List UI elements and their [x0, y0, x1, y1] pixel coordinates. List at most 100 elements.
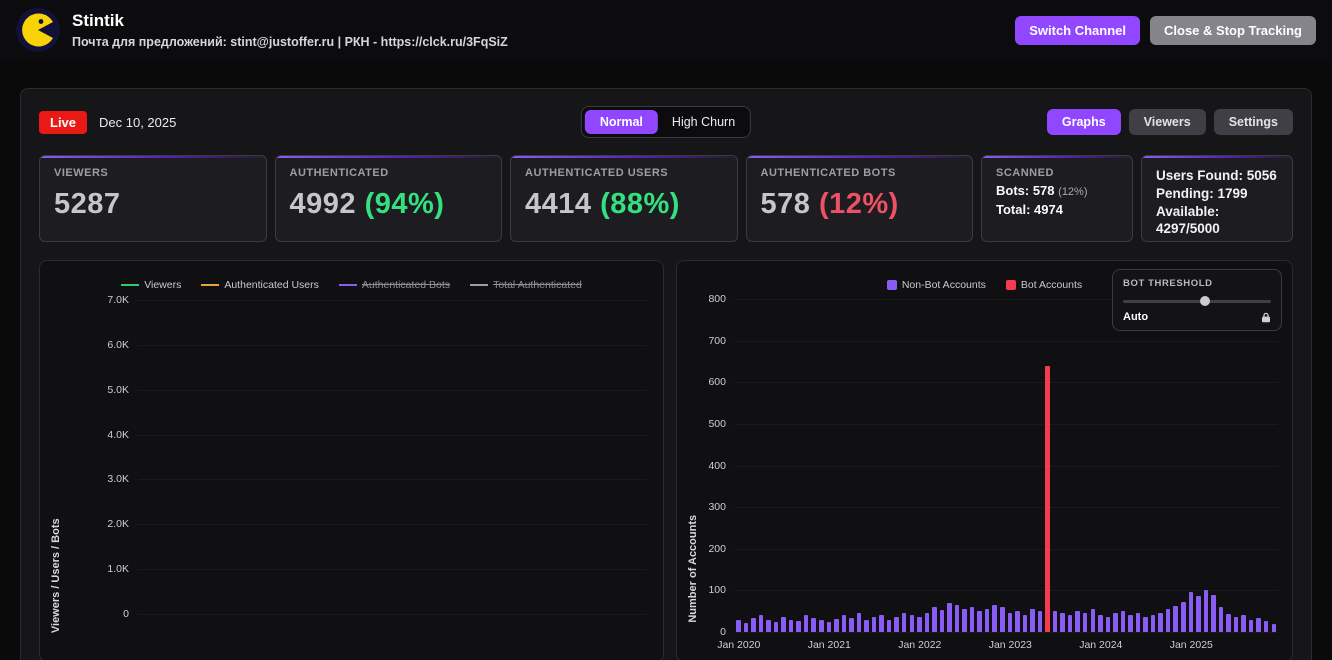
non-bot-accounts-bar — [1165, 608, 1171, 632]
slider-track — [1123, 300, 1271, 303]
non-bot-accounts-bar — [758, 615, 764, 632]
non-bot-accounts-bar — [751, 617, 756, 632]
scanned-bots-text: Bots: 578 — [996, 183, 1055, 198]
legend-label: Viewers — [144, 279, 182, 291]
viewers-chart-panel: Viewers Authenticated Users Authenticated … — [39, 260, 664, 660]
non-bot-accounts-bar — [1226, 613, 1231, 632]
non-bot-accounts-bar — [1143, 617, 1148, 632]
gridline — [138, 479, 647, 481]
non-bot-accounts-bar — [803, 614, 809, 632]
non-bot-accounts-bar — [871, 617, 877, 632]
churn-mode-toggle: Normal High Churn — [580, 106, 752, 138]
authenticated-card-label: AUTHENTICATED — [289, 167, 389, 179]
legend-item[interactable]: Authenticated Bots — [338, 279, 450, 291]
channel-subtitle: Почта для предложений: stint@justoffer.r… — [72, 35, 508, 49]
gridline — [735, 632, 1278, 633]
non-bot-accounts-bar — [1196, 596, 1201, 632]
non-bot-accounts-bar — [1271, 623, 1276, 632]
non-bot-accounts-bar — [909, 615, 914, 632]
gridline — [138, 614, 647, 615]
tab-graphs[interactable]: Graphs — [1046, 109, 1121, 135]
y-tick-label: 100 — [708, 584, 726, 597]
charts-row: Viewers Authenticated Users Authenticated … — [39, 260, 1293, 660]
bot-threshold-value: Auto — [1123, 311, 1149, 323]
legend-item[interactable]: Viewers — [121, 279, 181, 291]
non-bot-accounts-bar — [1263, 621, 1269, 632]
legend-item[interactable]: Bot Accounts — [1005, 279, 1083, 291]
bot-threshold-slider[interactable] — [1123, 296, 1271, 306]
scanned-card-label: SCANNED — [996, 167, 1054, 179]
non-bot-accounts-bar — [1135, 612, 1141, 632]
gridline — [735, 340, 1278, 342]
non-bot-accounts-bar — [1082, 612, 1088, 632]
non-bot-accounts-bar — [849, 617, 854, 632]
tab-settings[interactable]: Settings — [1213, 109, 1293, 135]
legend-swatch-icon — [338, 284, 357, 286]
y-tick-label: 500 — [708, 417, 726, 430]
y-tick-label: 4.0K — [107, 428, 129, 441]
x-tick-label: Jan 2024 — [1079, 639, 1123, 651]
non-bot-accounts-bar — [1256, 617, 1261, 632]
legend-swatch-icon — [201, 284, 220, 286]
stat-cards: VIEWERS 5287 AUTHENTICATED 4992 (94%) AU… — [39, 155, 1293, 242]
x-tick-label: Jan 2020 — [717, 639, 761, 651]
authenticated-value: 4992 — [289, 188, 357, 220]
authenticated-users-card-label: AUTHENTICATED USERS — [525, 167, 669, 179]
viewers-card: VIEWERS 5287 — [39, 155, 267, 242]
authenticated-bots-card-label: AUTHENTICATED BOTS — [760, 167, 896, 179]
non-bot-accounts-bar — [924, 612, 929, 632]
lock-icon — [1261, 312, 1271, 323]
legend-label: Bot Accounts — [1020, 279, 1083, 291]
bot-threshold-knob[interactable] — [1199, 296, 1210, 306]
y-tick-label: 0 — [123, 608, 129, 620]
tab-viewers[interactable]: Viewers — [1128, 109, 1206, 135]
non-bot-accounts-bar — [1022, 615, 1028, 632]
non-bot-accounts-bar — [841, 614, 847, 632]
view-tabs: Graphs Viewers Settings — [1046, 109, 1293, 135]
non-bot-accounts-bar — [864, 619, 869, 632]
legend-label: Non-Bot Accounts — [901, 279, 986, 291]
non-bot-accounts-bar — [773, 622, 779, 632]
gridline — [138, 389, 647, 391]
non-bot-accounts-bar — [1120, 611, 1126, 632]
available-value-line: 4297/5000 — [1156, 221, 1220, 237]
viewers-chart-legend: Viewers Authenticated Users Authenticated … — [40, 279, 663, 291]
y-tick-label: 5.0K — [107, 383, 129, 396]
legend-label: Total Authenticated — [493, 279, 582, 291]
y-tick-label: 7.0K — [107, 294, 129, 306]
accounts-chart-plot: 800 700 600 500 400 300 200 100 0 Jan 2020 Jan 202… — [708, 293, 1278, 651]
legend-item[interactable]: Non-Bot Accounts — [886, 279, 986, 291]
users-found-line: Users Found: 5056 — [1156, 168, 1277, 183]
non-bot-accounts-bar — [811, 617, 816, 632]
legend-item[interactable]: Authenticated Users — [201, 279, 319, 291]
non-bot-accounts-bar — [1211, 594, 1216, 632]
non-bot-accounts-bar — [947, 602, 952, 632]
users-found-card: Users Found: 5056 Pending: 1799 Availabl… — [1141, 155, 1293, 242]
authenticated-users-card: AUTHENTICATED USERS 4414 (88%) — [510, 155, 738, 242]
non-bot-accounts-bar — [766, 619, 771, 632]
non-bot-accounts-bar — [796, 621, 801, 632]
gridline — [735, 590, 1278, 592]
accounts-chart-ylabel: Number of Accounts — [687, 514, 699, 623]
mode-high-churn-button[interactable]: High Churn — [660, 110, 747, 134]
non-bot-accounts-bar — [834, 618, 839, 632]
gridline — [138, 434, 647, 436]
y-tick-label: 6.0K — [107, 338, 129, 351]
legend-swatch-icon — [470, 284, 489, 286]
switch-channel-button[interactable]: Switch Channel — [1015, 15, 1141, 45]
mode-normal-button[interactable]: Normal — [584, 110, 658, 134]
non-bot-accounts-bar — [1181, 602, 1186, 632]
main-panel: Live Dec 10, 2025 Normal High Churn Grap… — [20, 88, 1312, 660]
non-bot-accounts-bar — [1030, 608, 1035, 632]
non-bot-accounts-bar — [1060, 612, 1065, 632]
header: Stintik Почта для предложений: stint@jus… — [0, 0, 1332, 60]
non-bot-accounts-bar — [1173, 606, 1178, 632]
legend-item[interactable]: Total Authenticated — [470, 279, 582, 291]
channel-avatar[interactable] — [16, 8, 60, 52]
close-stop-tracking-button[interactable]: Close & Stop Tracking — [1150, 15, 1316, 45]
non-bot-accounts-bar — [819, 620, 824, 632]
accounts-chart-panel: Non-Bot Accounts Bot Accounts Number of A… — [676, 260, 1293, 660]
non-bot-accounts-bar — [984, 608, 990, 632]
non-bot-accounts-bar — [954, 605, 960, 632]
authenticated-users-percent: (88%) — [600, 188, 680, 220]
